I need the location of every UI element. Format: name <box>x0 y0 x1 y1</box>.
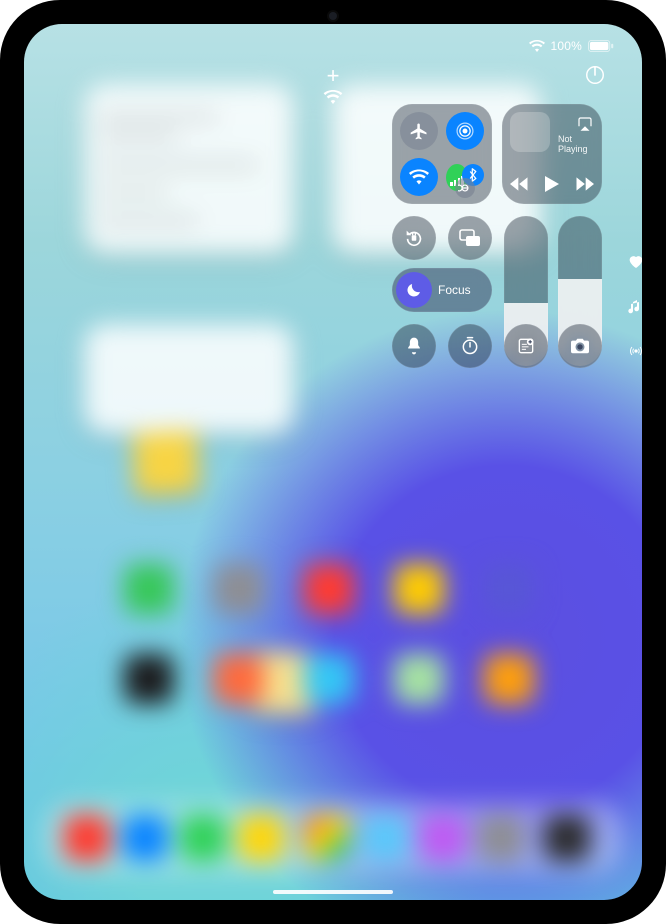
timer-button[interactable] <box>448 324 492 368</box>
front-camera <box>329 12 337 20</box>
wifi-toggle[interactable] <box>400 158 438 196</box>
personal-hotspot-icon <box>458 183 472 193</box>
add-control-button[interactable]: + <box>323 66 343 86</box>
media-artwork <box>510 112 550 152</box>
airplane-mode-toggle[interactable] <box>400 112 438 150</box>
silent-mode-button[interactable] <box>392 324 436 368</box>
camera-button[interactable] <box>558 324 602 368</box>
airdrop-toggle[interactable] <box>446 112 484 150</box>
media-rewind-button[interactable] <box>510 177 530 191</box>
rotation-lock-toggle[interactable] <box>392 216 436 260</box>
home-indicator[interactable] <box>273 890 393 894</box>
quick-note-button[interactable] <box>504 324 548 368</box>
ipad-screen: 100% + <box>24 24 642 900</box>
now-playing-label: Not Playing <box>558 134 602 154</box>
media-play-button[interactable] <box>545 176 559 192</box>
airdrop-mini-icon[interactable] <box>628 344 642 360</box>
cellular-bluetooth-cluster[interactable] <box>446 158 484 196</box>
media-forward-button[interactable] <box>574 177 594 191</box>
power-button[interactable] <box>584 64 606 86</box>
airplay-icon[interactable] <box>576 116 594 132</box>
wifi-status-icon <box>529 40 545 52</box>
status-bar: 100% <box>24 32 642 60</box>
favorites-mini-icon[interactable] <box>628 254 642 270</box>
ipad-device-frame: 100% + <box>0 0 666 924</box>
focus-label: Focus <box>438 268 471 312</box>
battery-percent: 100% <box>551 39 583 53</box>
focus-button[interactable]: Focus <box>392 268 492 312</box>
media-tile[interactable]: Not Playing <box>502 104 602 204</box>
wifi-mini-icon <box>323 90 343 104</box>
connectivity-tile[interactable] <box>392 104 492 204</box>
screen-mirroring-button[interactable] <box>448 216 492 260</box>
moon-icon <box>396 272 432 308</box>
battery-icon <box>588 40 614 52</box>
music-mini-icon[interactable] <box>628 300 642 316</box>
